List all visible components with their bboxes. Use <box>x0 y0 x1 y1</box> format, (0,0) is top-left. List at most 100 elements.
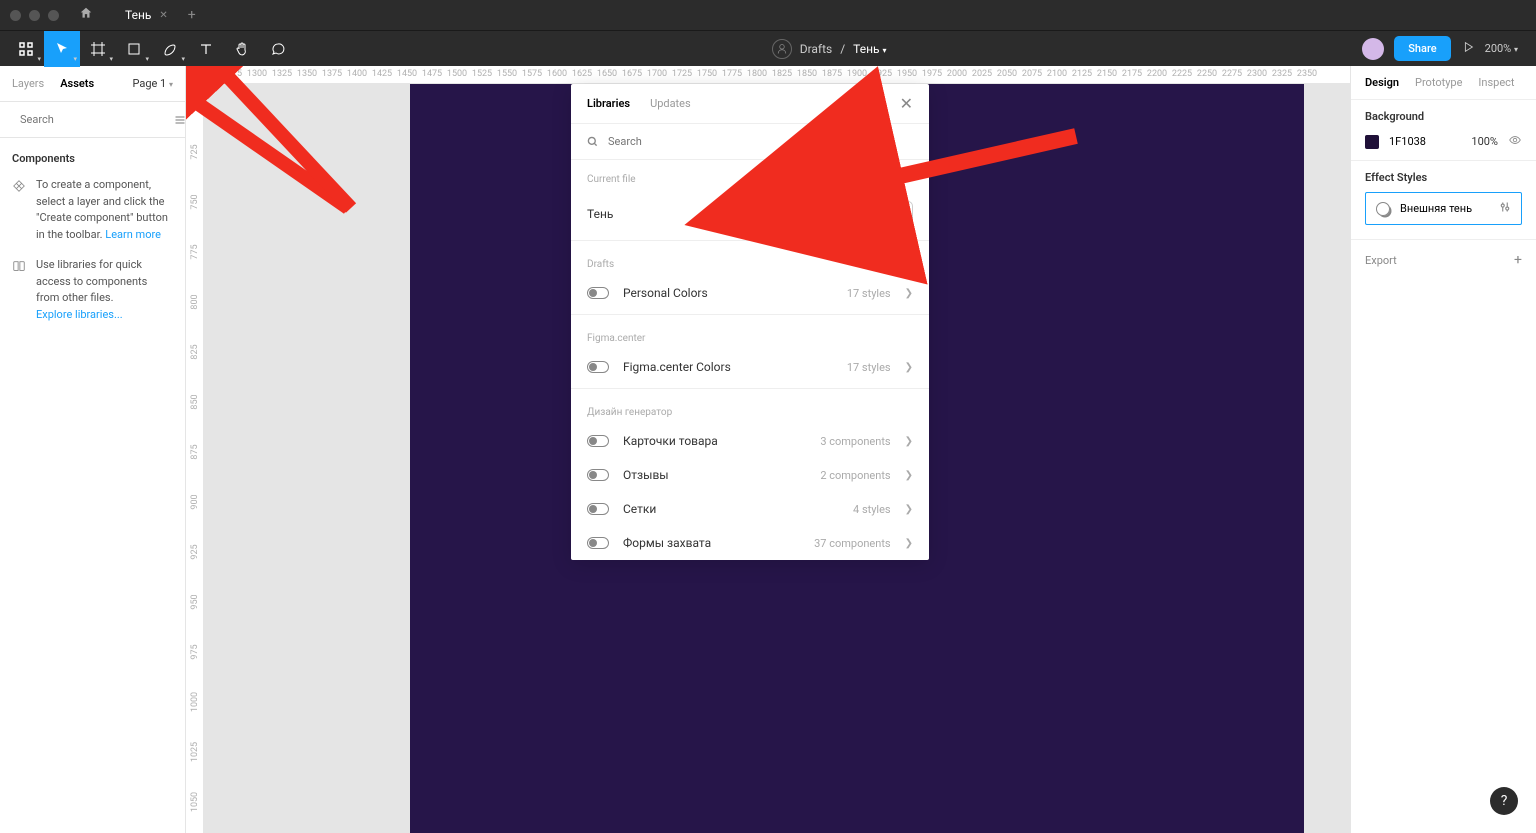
tab-assets[interactable]: Assets <box>60 77 94 90</box>
library-name: Формы захвата <box>623 536 814 550</box>
maximize-window[interactable] <box>48 10 59 21</box>
hand-tool[interactable] <box>224 31 260 67</box>
library-meta: 17 styles <box>847 287 891 300</box>
close-window[interactable] <box>10 10 21 21</box>
assets-search-input[interactable] <box>20 113 160 126</box>
library-name: Карточки товара <box>623 434 820 448</box>
chevron-down-icon: ▾ <box>109 55 113 63</box>
chevron-right-icon: ❯ <box>905 470 913 481</box>
effect-style-item[interactable]: Внешняя тень <box>1365 192 1522 225</box>
pen-tool[interactable]: ▾ <box>152 31 188 67</box>
learn-more-link[interactable]: Learn more <box>105 228 161 241</box>
share-button[interactable]: Share <box>1394 36 1450 61</box>
shadow-icon <box>1376 202 1390 216</box>
library-meta: 17 styles <box>847 361 891 374</box>
search-icon <box>587 136 598 147</box>
close-icon[interactable]: ✕ <box>900 94 913 113</box>
title-bar: Тень ✕ + <box>0 0 1536 30</box>
toggle-switch[interactable] <box>587 361 609 373</box>
export-heading: Export <box>1365 254 1397 267</box>
file-tab[interactable]: Тень ✕ <box>113 2 180 28</box>
library-meta: 4 styles <box>853 503 891 516</box>
explore-libraries-link[interactable]: Explore libraries... <box>36 308 123 321</box>
library-name: Отзывы <box>623 468 820 482</box>
zoom-level[interactable]: 200% ▾ <box>1485 42 1518 55</box>
comment-tool[interactable] <box>260 31 296 67</box>
toolbar: ▾ ▾ ▾ ▾ ▾ Drafts / Тень ▾ Share 200% <box>0 30 1536 66</box>
chevron-down-icon: ▾ <box>37 55 41 63</box>
breadcrumb: Drafts / Тень ▾ <box>296 39 1362 59</box>
background-swatch[interactable] <box>1365 135 1379 149</box>
library-name: Figma.center Colors <box>623 360 847 374</box>
library-item[interactable]: Figma.center Colors17 styles ❯ <box>571 350 929 384</box>
annotation-arrow <box>826 126 1086 210</box>
help-button[interactable]: ? <box>1490 787 1518 815</box>
minimize-window[interactable] <box>29 10 40 21</box>
chevron-right-icon: ❯ <box>905 504 913 515</box>
toggle-switch[interactable] <box>587 537 609 549</box>
library-item[interactable]: Карточки товара3 components ❯ <box>571 424 929 458</box>
breadcrumb-folder[interactable]: Drafts <box>800 42 833 56</box>
main-menu-button[interactable]: ▾ <box>8 31 44 67</box>
library-section-label: Figma.center <box>571 319 929 350</box>
chevron-down-icon: ▾ <box>181 55 185 63</box>
text-tool[interactable] <box>188 31 224 67</box>
move-tool[interactable]: ▾ <box>44 31 80 67</box>
tab-inspect[interactable]: Inspect <box>1478 76 1514 89</box>
library-name: Personal Colors <box>623 286 847 300</box>
library-meta: 2 components <box>820 469 890 482</box>
annotation-arrow <box>186 66 371 232</box>
tab-design[interactable]: Design <box>1365 76 1399 89</box>
home-icon[interactable] <box>79 6 93 24</box>
tab-libraries[interactable]: Libraries <box>587 97 630 110</box>
background-hex[interactable]: 1F1038 <box>1389 135 1461 148</box>
background-opacity[interactable]: 100% <box>1471 135 1498 148</box>
add-tab-icon[interactable]: + <box>188 7 196 23</box>
close-tab-icon[interactable]: ✕ <box>159 10 167 21</box>
libraries-hint: Use libraries for quick access to compon… <box>0 253 185 333</box>
library-item[interactable]: Personal Colors17 styles ❯ <box>571 276 929 310</box>
toggle-switch[interactable] <box>587 469 609 481</box>
canvas[interactable]: 1250127513001325135013751400142514501475… <box>186 66 1350 833</box>
chevron-right-icon: ❯ <box>905 288 913 299</box>
toggle-switch[interactable] <box>587 287 609 299</box>
add-export-icon[interactable]: + <box>1514 252 1522 268</box>
visibility-icon[interactable] <box>1508 133 1522 150</box>
chevron-right-icon: ❯ <box>905 538 913 549</box>
tab-layers[interactable]: Layers <box>12 77 44 90</box>
adjust-icon[interactable] <box>1499 201 1511 216</box>
user-icon <box>772 39 792 59</box>
chevron-down-icon: ▾ <box>73 55 77 63</box>
frame-tool[interactable]: ▾ <box>80 31 116 67</box>
page-selector[interactable]: Page 1 ▾ <box>132 77 173 90</box>
tab-prototype[interactable]: Prototype <box>1415 76 1462 89</box>
library-meta: 3 components <box>820 435 890 448</box>
ruler-horizontal: 1250127513001325135013751400142514501475… <box>204 66 1350 84</box>
library-meta: 37 components <box>814 537 890 550</box>
library-section-label: Drafts <box>571 245 929 276</box>
toggle-switch[interactable] <box>587 435 609 447</box>
chevron-right-icon: ❯ <box>905 436 913 447</box>
components-hint: To create a component, select a layer an… <box>0 173 185 253</box>
chevron-right-icon: ❯ <box>905 362 913 373</box>
right-panel: Design Prototype Inspect Background 1F10… <box>1350 66 1536 833</box>
present-icon[interactable] <box>1461 39 1475 58</box>
effect-style-name: Внешняя тень <box>1400 202 1489 215</box>
library-section-label: Дизайн генератор <box>571 393 929 424</box>
chevron-down-icon: ▾ <box>145 55 149 63</box>
library-item[interactable]: Сетки4 styles❯ <box>571 492 929 526</box>
library-item[interactable]: Формы захвата37 components ❯ <box>571 526 929 560</box>
breadcrumb-file[interactable]: Тень ▾ <box>853 42 886 56</box>
file-tab-label: Тень <box>125 8 151 22</box>
tab-updates[interactable]: Updates <box>650 97 691 110</box>
book-icon <box>12 259 26 273</box>
toggle-switch[interactable] <box>587 503 609 515</box>
component-icon <box>12 179 26 193</box>
library-item[interactable]: Отзывы2 components ❯ <box>571 458 929 492</box>
shape-tool[interactable]: ▾ <box>116 31 152 67</box>
window-controls <box>10 10 59 21</box>
current-file-name: Тень <box>587 207 851 221</box>
avatar[interactable] <box>1362 38 1384 60</box>
background-heading: Background <box>1365 110 1522 123</box>
components-heading: Components <box>0 138 185 173</box>
